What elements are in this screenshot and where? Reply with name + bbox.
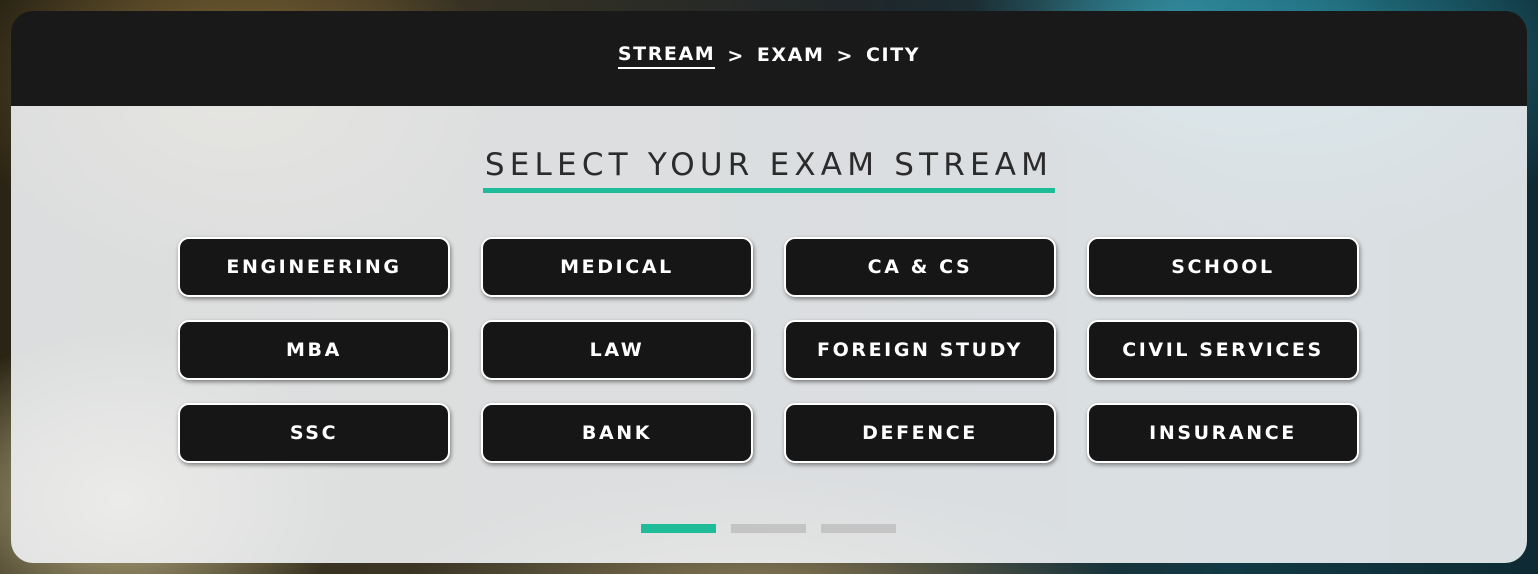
stream-button-law[interactable]: LAW — [481, 320, 753, 380]
stream-button-engineering[interactable]: ENGINEERING — [178, 237, 450, 297]
stream-button-school[interactable]: SCHOOL — [1087, 237, 1359, 297]
stream-button-mba[interactable]: MBA — [178, 320, 450, 380]
page-title: SELECT YOUR EXAM STREAM — [482, 146, 1056, 193]
breadcrumb-exam[interactable]: EXAM — [757, 44, 825, 68]
stream-selector-card: STREAM > EXAM > CITY SELECT YOUR EXAM ST… — [11, 11, 1527, 563]
breadcrumb: STREAM > EXAM > CITY — [617, 43, 920, 69]
stream-grid: ENGINEERING MEDICAL CA & CS SCHOOL MBA L… — [178, 237, 1361, 463]
stream-button-bank[interactable]: BANK — [481, 403, 753, 463]
breadcrumb-separator: > — [727, 44, 745, 67]
stream-button-foreign-study[interactable]: FOREIGN STUDY — [784, 320, 1056, 380]
breadcrumb-stream[interactable]: STREAM — [617, 43, 716, 69]
step-pager — [641, 524, 896, 533]
pager-step-2[interactable] — [731, 524, 806, 533]
heading-wrap: SELECT YOUR EXAM STREAM — [11, 146, 1527, 193]
breadcrumb-city[interactable]: CITY — [866, 44, 920, 68]
stream-button-ca-cs[interactable]: CA & CS — [784, 237, 1056, 297]
breadcrumb-separator: > — [836, 44, 855, 67]
card-header: STREAM > EXAM > CITY — [11, 11, 1527, 106]
stream-button-defence[interactable]: DEFENCE — [784, 403, 1056, 463]
stream-button-ssc[interactable]: SSC — [178, 403, 450, 463]
card-body: SELECT YOUR EXAM STREAM ENGINEERING MEDI… — [11, 106, 1527, 563]
stream-button-medical[interactable]: MEDICAL — [481, 237, 753, 297]
stream-button-insurance[interactable]: INSURANCE — [1087, 403, 1359, 463]
pager-step-3[interactable] — [821, 524, 896, 533]
stream-button-civil-services[interactable]: CIVIL SERVICES — [1087, 320, 1359, 380]
pager-step-1[interactable] — [641, 524, 716, 533]
